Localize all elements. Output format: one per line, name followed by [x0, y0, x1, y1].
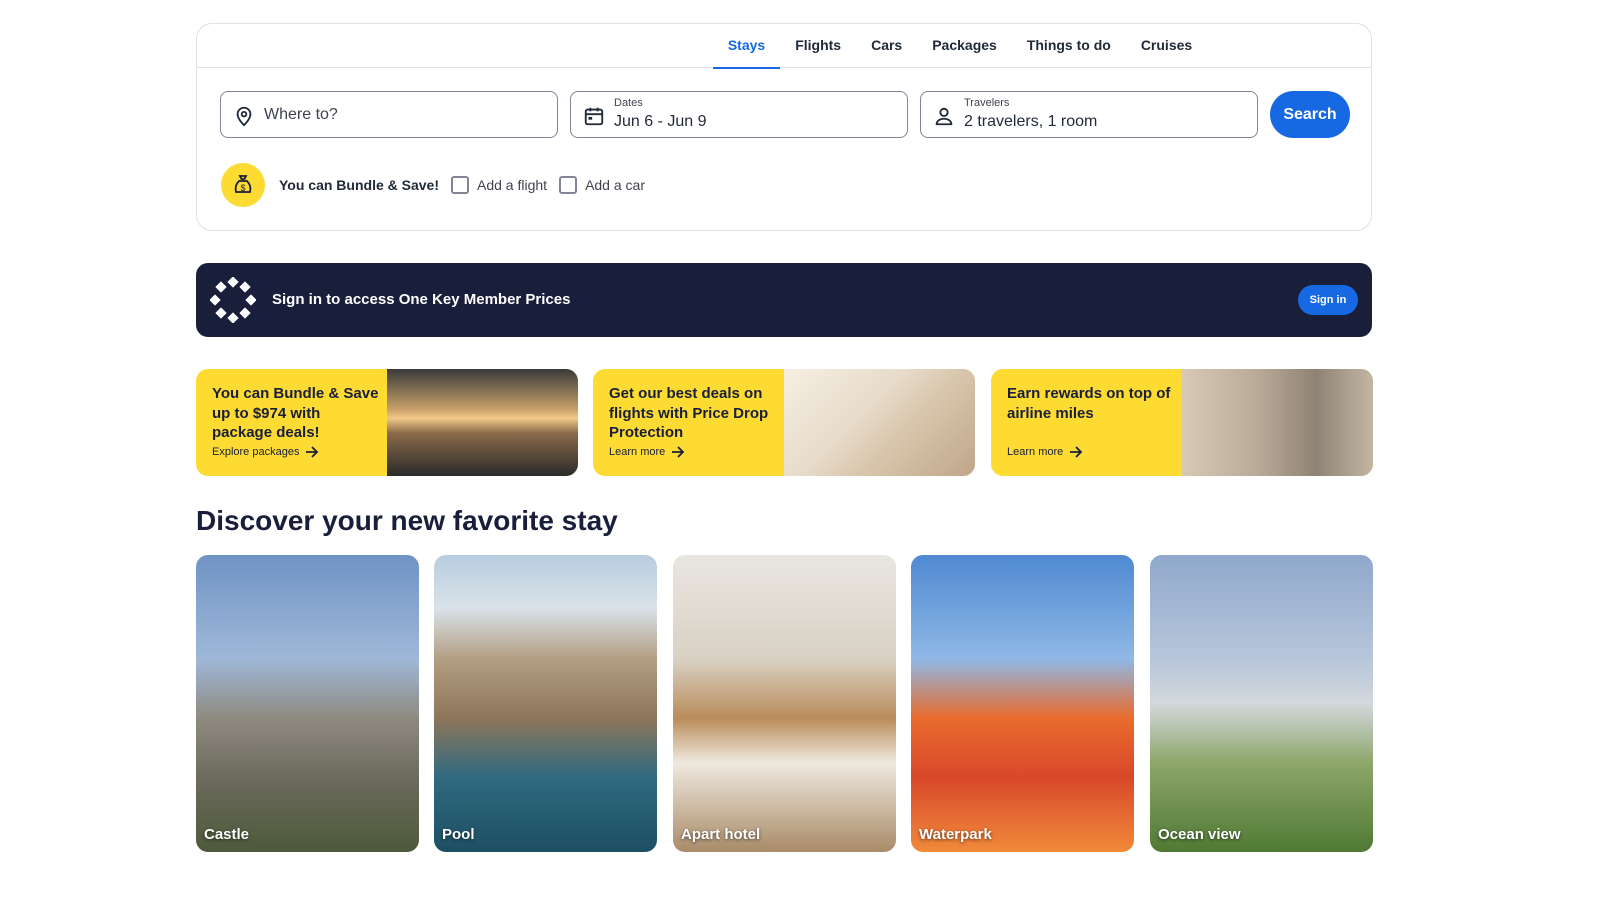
tab-packages[interactable]: Packages	[917, 24, 1012, 68]
checkbox-box[interactable]	[559, 176, 578, 194]
stay-tile-apart-hotel[interactable]: Apart hotel	[673, 555, 896, 852]
signin-banner: Sign in to access One Key Member Prices …	[196, 263, 1372, 337]
promo-link-label[interactable]: Explore packages	[212, 446, 299, 458]
promo-link-label[interactable]: Learn more	[609, 446, 665, 458]
promo-link[interactable]: Learn more	[609, 446, 685, 458]
promo-card-packages[interactable]: You can Bundle & Save up to $974 with pa…	[196, 369, 578, 476]
arrow-right-icon	[672, 446, 685, 458]
promo-link[interactable]: Learn more	[1007, 446, 1083, 458]
checkbox-box[interactable]	[451, 176, 469, 194]
dates-field[interactable]: Dates Jun 6 - Jun 9	[570, 91, 908, 138]
arrow-right-icon	[306, 446, 319, 458]
add-car-label: Add a car	[585, 177, 645, 193]
promo-image-airplane	[784, 369, 975, 476]
tile-caption: Waterpark	[919, 826, 992, 843]
tile-caption: Castle	[204, 826, 250, 843]
search-card: Stays Flights Cars Packages Things to do…	[196, 23, 1372, 231]
promo-link[interactable]: Explore packages	[212, 446, 319, 458]
add-flight-checkbox[interactable]: Add a flight	[451, 176, 547, 194]
promo-text: Get our best deals on flights with Price…	[609, 385, 769, 441]
tab-cruises[interactable]: Cruises	[1126, 24, 1207, 68]
tab-flights[interactable]: Flights	[780, 24, 856, 68]
destination-field[interactable]: Where to?	[220, 91, 558, 138]
discover-title: Discover your new favorite stay	[196, 505, 618, 536]
promo-text: You can Bundle & Save up to $974 with pa…	[212, 385, 379, 441]
travelers-label: Travelers	[964, 97, 1010, 109]
dates-label: Dates	[614, 97, 643, 109]
dates-value: Jun 6 - Jun 9	[614, 113, 707, 130]
promo-image-sunset-beach	[387, 369, 578, 476]
promo-image-travelers	[1182, 369, 1373, 476]
tile-caption: Pool	[442, 826, 475, 843]
bundle-row: $ You can Bundle & Save! Add a flight Ad…	[221, 162, 645, 208]
promo-link-label[interactable]: Learn more	[1007, 446, 1063, 458]
arrow-right-icon	[1070, 446, 1083, 458]
tab-stays[interactable]: Stays	[712, 24, 781, 69]
tile-caption: Apart hotel	[681, 826, 761, 843]
bundle-save-text: You can Bundle & Save!	[279, 177, 439, 193]
signin-message: Sign in to access One Key Member Prices	[272, 291, 571, 308]
promo-text: Earn rewards on top of airline miles	[1007, 385, 1171, 422]
promo-card-rewards[interactable]: Earn rewards on top of airline miles Lea…	[991, 369, 1373, 476]
search-button[interactable]: Search	[1270, 91, 1350, 138]
svg-text:$: $	[240, 183, 245, 193]
travelers-value: 2 travelers, 1 room	[964, 113, 1098, 130]
bundle-badge: $	[221, 163, 265, 207]
signin-button[interactable]: Sign in	[1298, 285, 1358, 315]
add-car-checkbox[interactable]: Add a car	[559, 176, 645, 194]
person-icon	[935, 107, 953, 126]
location-pin-icon	[236, 106, 252, 127]
stay-tile-waterpark[interactable]: Waterpark	[911, 555, 1134, 852]
destination-placeholder: Where to?	[264, 106, 338, 123]
add-flight-label: Add a flight	[477, 177, 548, 193]
calendar-icon	[584, 107, 604, 126]
stay-tile-castle[interactable]: Castle	[196, 555, 419, 852]
money-bag-icon: $	[234, 175, 252, 193]
one-key-logo-icon	[210, 277, 256, 323]
tab-things-to-do[interactable]: Things to do	[1012, 24, 1126, 68]
stay-tile-pool[interactable]: Pool	[434, 555, 657, 852]
product-tabs: Stays Flights Cars Packages Things to do…	[197, 24, 1371, 69]
promo-card-flights[interactable]: Get our best deals on flights with Price…	[593, 369, 975, 476]
stay-tile-ocean-view[interactable]: Ocean view	[1150, 555, 1373, 852]
tab-cars[interactable]: Cars	[856, 24, 917, 68]
tile-caption: Ocean view	[1158, 826, 1241, 843]
travelers-field[interactable]: Travelers 2 travelers, 1 room	[920, 91, 1258, 138]
